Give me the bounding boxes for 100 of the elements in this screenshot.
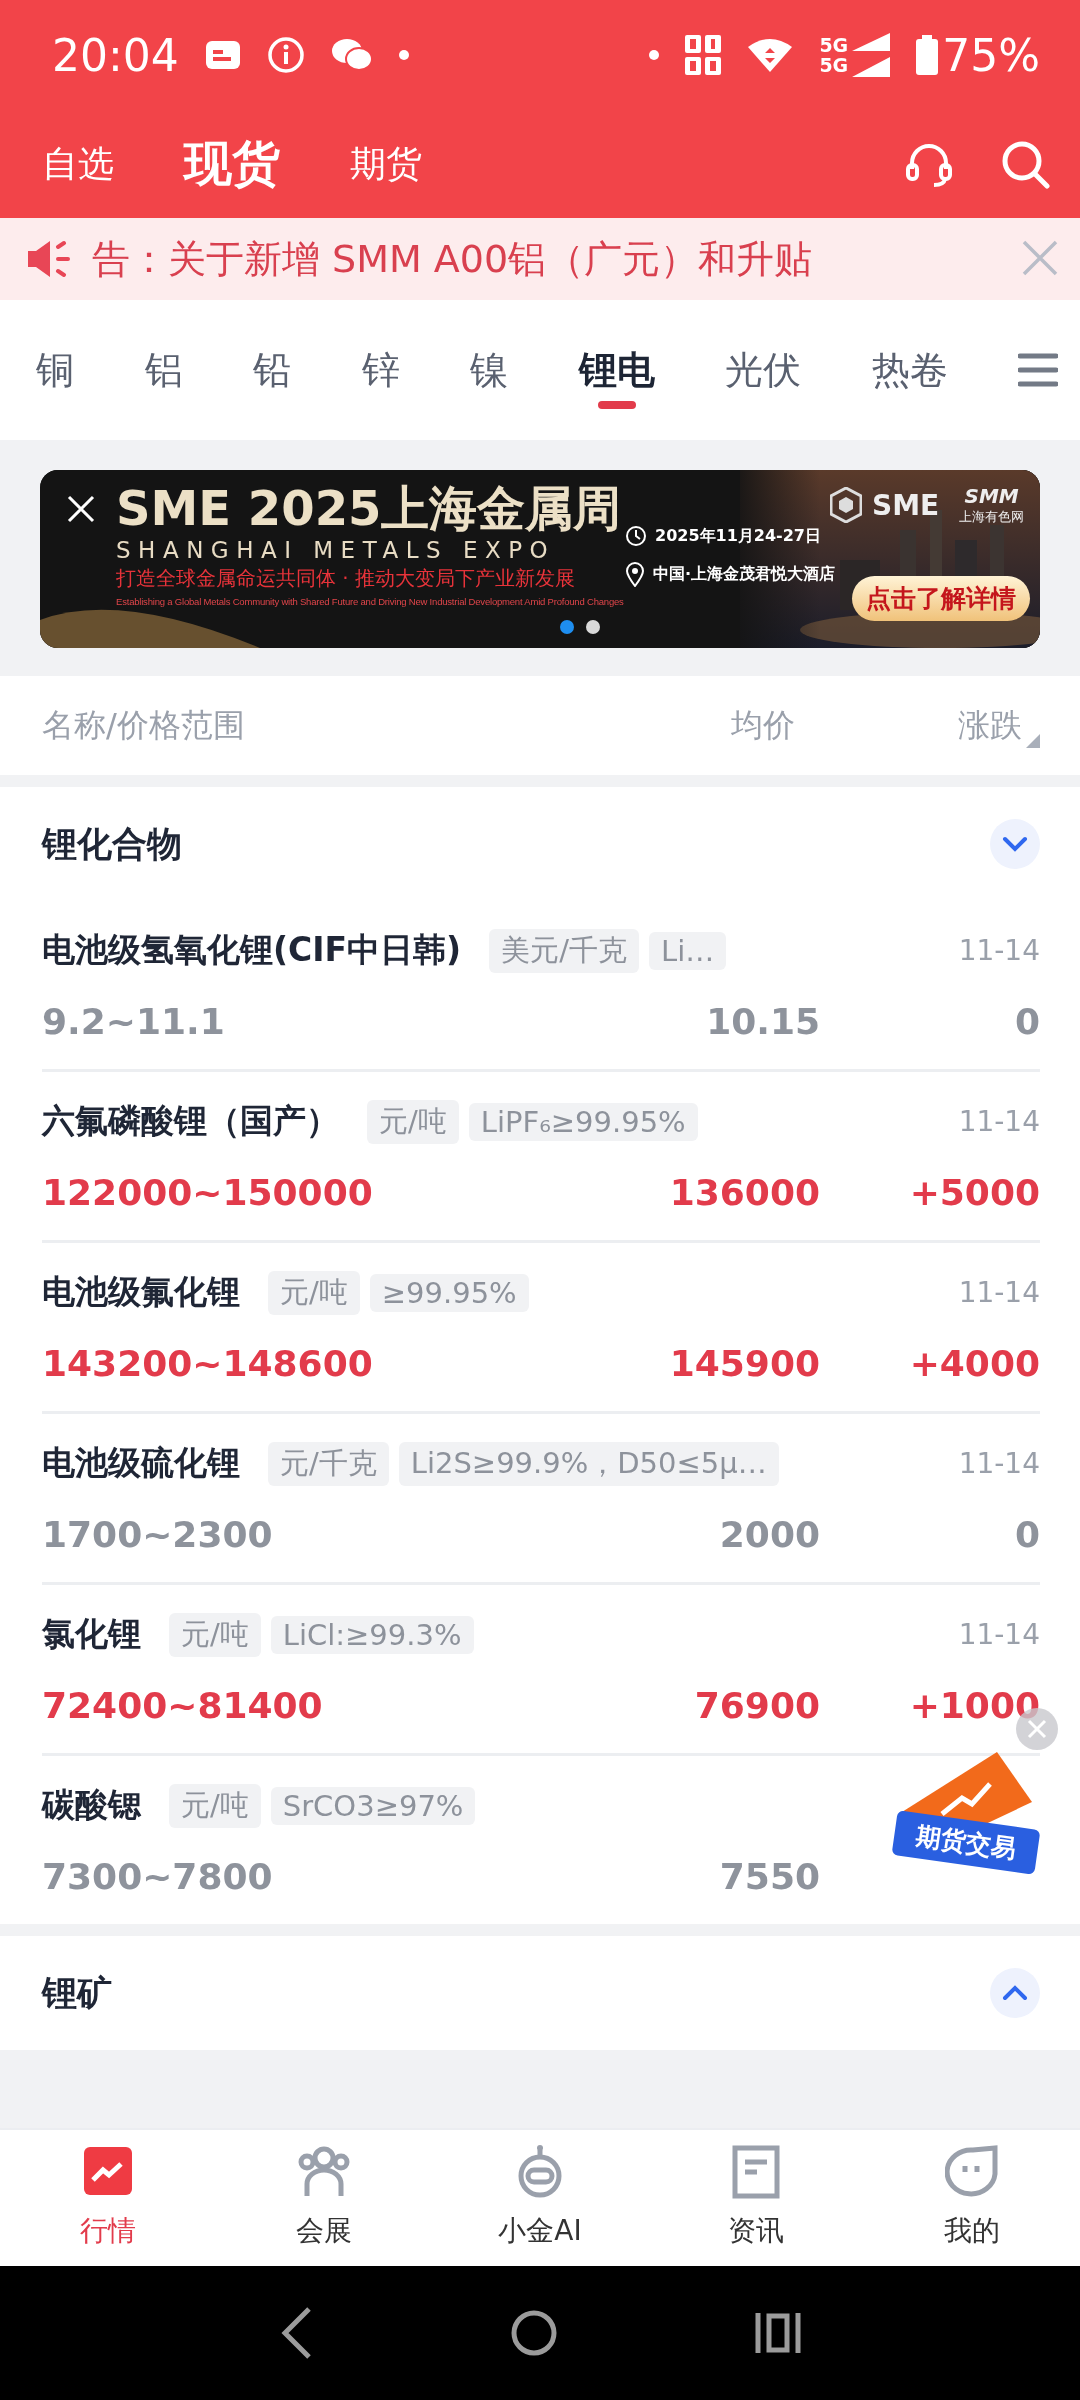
spec-tag: 美元/千克: [489, 928, 639, 973]
wifi-icon: [747, 37, 794, 73]
banner-slogan-english: Establishing a Global Metals Community with Shared Future and Driving New Industrial Development Amid Profound Changes: [116, 596, 624, 607]
date-text: 11-14: [958, 1447, 1040, 1480]
spec-tag: Li2S≥99.9%，D50≤5μ…: [398, 1441, 779, 1486]
signal-icon: [850, 33, 891, 77]
product-name: 电池级氟化锂: [42, 1271, 240, 1313]
collapse-toggle[interactable]: [990, 1968, 1040, 2018]
spec-tag: LiCl:≥99.3%: [270, 1615, 474, 1654]
category-tab[interactable]: 镍: [470, 325, 508, 415]
location-pin-icon: [625, 561, 645, 587]
smm-caption: 上海有色网: [959, 508, 1025, 526]
event-venue: 中国·上海金茂君悦大酒店: [653, 563, 836, 585]
section-title: 锂矿: [42, 1971, 112, 2015]
chevron-up-icon: [1002, 1985, 1028, 2001]
spec-tag: 元/吨: [268, 1270, 360, 1315]
details-button[interactable]: 点击了解详情: [852, 576, 1030, 621]
back-icon[interactable]: [279, 2305, 313, 2361]
clock-icon: [625, 525, 647, 547]
nav-tab[interactable]: 小金AI: [432, 2130, 648, 2266]
price-range: 7300~7800: [42, 1856, 274, 1897]
average-price: 76900: [694, 1685, 820, 1726]
average-price: 145900: [669, 1343, 820, 1384]
nav-tab[interactable]: 我的: [864, 2130, 1080, 2266]
average-price: 7550: [719, 1856, 820, 1897]
nav-tab[interactable]: 会展: [216, 2130, 432, 2266]
sort-icon: [1026, 733, 1040, 748]
clock-time: 20:04: [52, 29, 179, 81]
price-change: +5000: [909, 1172, 1040, 1213]
search-icon[interactable]: [1000, 139, 1050, 189]
banner-title: SME 2025上海金属周: [116, 480, 623, 536]
event-date: 2025年11月24-27日: [655, 525, 821, 547]
average-price: 136000: [669, 1172, 820, 1213]
spec-tag: 元/吨: [169, 1783, 261, 1828]
spec-tag: ≥99.95%: [369, 1273, 529, 1312]
category-tab[interactable]: 锂电: [578, 325, 655, 415]
chevron-down-icon: [1002, 836, 1028, 852]
product-name: 六氟磷酸锂（国产）: [42, 1100, 339, 1142]
price-range: 1700~2300: [42, 1514, 274, 1555]
price-row[interactable]: 电池级氢氧化锂(CIF中日韩) 美元/千克 Li… 11-14 9.2~11.1 10.15 0: [42, 901, 1040, 1069]
date-text: 11-14: [958, 1618, 1040, 1651]
hd-icon: [685, 35, 722, 75]
top-tab[interactable]: 期货: [350, 139, 422, 189]
banner-subtitle: SHANGHAI METALS EXPO: [116, 536, 557, 564]
recents-icon[interactable]: [755, 2313, 801, 2353]
price-change: 0: [1014, 1514, 1040, 1555]
date-text: 11-14: [958, 1276, 1040, 1309]
banner-slogan: 打造全球金属命运共同体 · 推动大变局下产业新发展: [116, 565, 577, 592]
product-name: 氯化锂: [42, 1613, 141, 1655]
category-tab[interactable]: 光伏: [725, 325, 801, 415]
collapse-toggle[interactable]: [990, 819, 1040, 869]
smm-logo: SMM: [964, 484, 1019, 508]
info-icon: [266, 36, 305, 74]
spec-tag: LiPF₆≥99.95%: [468, 1102, 698, 1141]
product-name: 碳酸锶: [42, 1784, 141, 1826]
speaker-icon: [26, 239, 72, 279]
product-name: 电池级氢氧化锂(CIF中日韩): [42, 929, 462, 971]
price-row[interactable]: 氯化锂 元/吨 LiCl:≥99.3% 11-14 72400~81400 76900 +1000: [42, 1582, 1040, 1753]
category-tab[interactable]: 铜: [36, 325, 74, 415]
category-tab[interactable]: 锌: [361, 325, 400, 415]
category-tab[interactable]: 铝: [144, 325, 183, 415]
nav-tab[interactable]: 资讯: [648, 2130, 864, 2266]
battery-percent: 75%: [942, 29, 1040, 81]
column-heading: 名称/价格范围: [42, 704, 246, 746]
price-change: 0: [1014, 1001, 1040, 1042]
price-range: 143200~148600: [42, 1343, 374, 1384]
spec-tag: 元/吨: [169, 1612, 261, 1657]
spec-tag: SrCO3≥97%: [270, 1786, 476, 1825]
menu-icon[interactable]: [1018, 353, 1058, 387]
product-name: 电池级硫化锂: [42, 1442, 240, 1484]
price-range: 72400~81400: [42, 1685, 324, 1726]
spec-tag: 元/吨: [367, 1099, 459, 1144]
date-text: 11-14: [958, 934, 1040, 967]
category-tab[interactable]: 铅: [253, 325, 291, 415]
dot-icon: [649, 50, 660, 60]
home-icon[interactable]: [511, 2310, 557, 2356]
close-icon: [66, 494, 96, 524]
price-range: 122000~150000: [42, 1172, 374, 1213]
battery-icon: [916, 35, 939, 75]
average-price: 10.15: [706, 1001, 820, 1042]
hexagon-cube-icon: [830, 487, 862, 523]
top-tab[interactable]: 自选: [42, 139, 114, 189]
price-row[interactable]: 六氟磷酸锂（国产） 元/吨 LiPF₆≥99.95% 11-14 122000~150000 136000 +5000: [42, 1069, 1040, 1240]
average-price: 2000: [719, 1514, 820, 1555]
nav-tab[interactable]: 行情: [0, 2130, 216, 2266]
price-change: +1000: [909, 1685, 1040, 1726]
message-icon: [204, 40, 241, 70]
spec-tag: Li…: [649, 931, 727, 970]
price-range: 9.2~11.1: [42, 1001, 226, 1042]
top-tab[interactable]: 现货: [184, 132, 280, 196]
price-row[interactable]: 电池级硫化锂 元/千克 Li2S≥99.9%，D50≤5μ… 11-14 1700~2300 2000 0: [42, 1411, 1040, 1582]
close-icon: [1027, 1719, 1047, 1739]
sme-logo: SME: [872, 488, 940, 522]
network-label: 5G: [819, 55, 849, 75]
network-label: 5G: [819, 35, 849, 55]
price-change: +4000: [909, 1343, 1040, 1384]
dot-icon: [398, 50, 409, 60]
price-row[interactable]: 电池级氟化锂 元/吨 ≥99.95% 11-14 143200~148600 145900 +4000: [42, 1240, 1040, 1411]
category-tab[interactable]: 热卷: [871, 325, 948, 415]
date-text: 11-14: [958, 1105, 1040, 1138]
